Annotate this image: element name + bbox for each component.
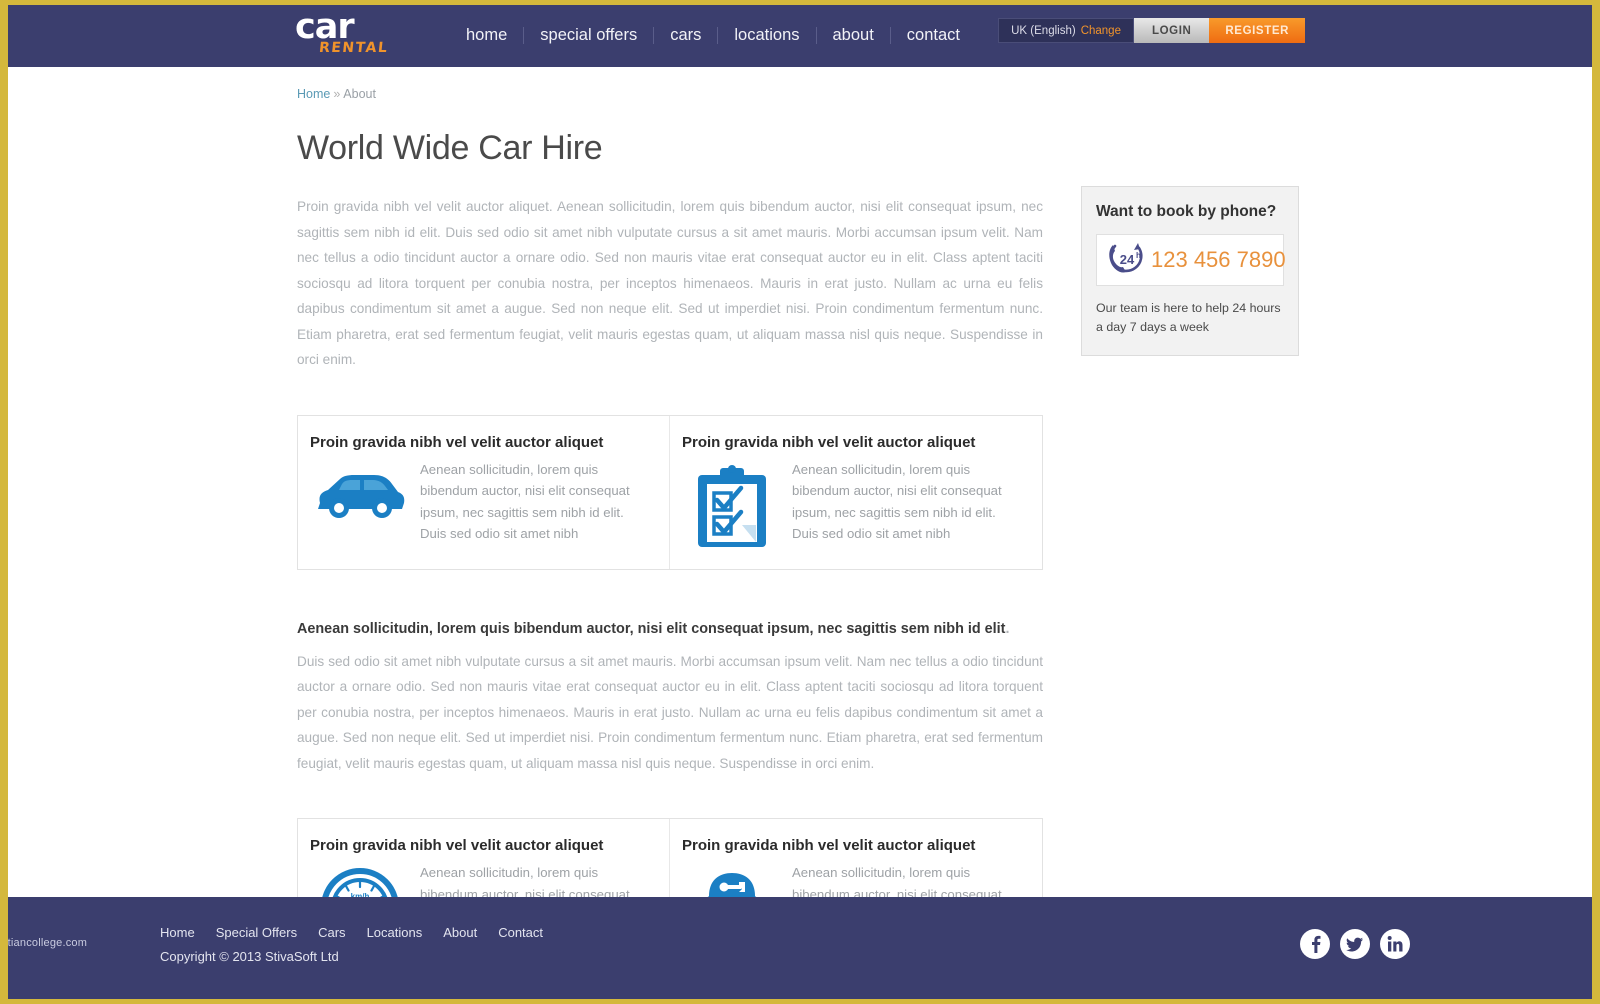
content-column: Proin gravida nibh vel velit auctor aliq…	[295, 194, 1043, 975]
page-frame: car RENTAL home special offers cars loca…	[8, 5, 1592, 999]
logo-secondary-text: RENTAL	[318, 40, 390, 56]
section-lead-text: Aenean sollicitudin, lorem quis bibendum…	[297, 620, 1006, 637]
site-logo[interactable]: car RENTAL	[295, 10, 405, 62]
feature-cell-car: Proin gravida nibh vel velit auctor aliq…	[298, 415, 670, 569]
nav-item-contact[interactable]: contact	[891, 24, 976, 46]
feature-cell-clipboard: Proin gravida nibh vel velit auctor aliq…	[670, 416, 1042, 569]
phone-number-panel: 24 h 123 456 7890	[1096, 234, 1286, 286]
breadcrumb-home-link[interactable]: Home	[297, 87, 330, 101]
breadcrumb-current: About	[343, 87, 376, 101]
footer-link-home[interactable]: Home	[160, 925, 195, 940]
svg-text:h: h	[1136, 251, 1141, 260]
feature-row: Proin gravida nibh vel velit auctor aliq…	[297, 414, 1043, 570]
breadcrumb: Home» About	[295, 87, 1305, 101]
language-change-link[interactable]: Change	[1081, 25, 1121, 37]
language-selector[interactable]: UK (English) Change	[998, 18, 1134, 43]
twitter-icon[interactable]	[1340, 929, 1370, 959]
language-value: UK (English)	[1011, 24, 1076, 37]
nav-item-cars[interactable]: cars	[654, 24, 717, 46]
nav-item-locations[interactable]: locations	[718, 24, 815, 46]
footer-link-locations[interactable]: Locations	[367, 925, 423, 940]
phone-booking-box: Want to book by phone? 24 h 123 456 7890…	[1081, 186, 1299, 356]
footer-url: www.heritagechristiancollege.com	[8, 937, 88, 949]
section-lead: Aenean sollicitudin, lorem quis bibendum…	[297, 618, 1043, 640]
page-title: World Wide Car Hire	[297, 129, 603, 167]
feature-text: Aenean sollicitudin, lorem quis bibendum…	[792, 461, 1002, 542]
register-button[interactable]: REGISTER	[1209, 18, 1305, 43]
main-navigation: home special offers cars locations about…	[450, 24, 976, 46]
feature-title: Proin gravida nibh vel velit auctor aliq…	[310, 837, 604, 854]
section-body-paragraph: Duis sed odio sit amet nibh vulputate cu…	[297, 653, 1043, 771]
main-content: Home» About World Wide Car Hire Proin gra…	[295, 67, 1305, 975]
social-links	[1300, 929, 1410, 959]
facebook-icon[interactable]	[1300, 929, 1330, 959]
feature-text: Aenean sollicitudin, lorem quis bibendum…	[420, 461, 630, 542]
footer-link-about[interactable]: About	[443, 925, 477, 940]
logo-primary-text: car	[295, 7, 355, 47]
feature-title: Proin gravida nibh vel velit auctor aliq…	[310, 433, 604, 451]
linkedin-icon[interactable]	[1380, 929, 1410, 959]
section-lead-trailing: .	[1005, 620, 1010, 637]
phone-number: 123 456 7890	[1151, 247, 1286, 272]
login-button[interactable]: LOGIN	[1133, 18, 1210, 43]
footer-navigation: Home Special Offers Cars Locations About…	[160, 925, 543, 940]
site-header: car RENTAL home special offers cars loca…	[8, 5, 1592, 67]
breadcrumb-separator: »	[333, 87, 341, 101]
phone-24h-icon: 24 h	[1105, 240, 1145, 281]
sidebar: Want to book by phone? 24 h 123 456 7890…	[1081, 186, 1303, 975]
svg-text:24: 24	[1120, 252, 1135, 267]
phone-box-note: Our team is here to help 24 hours a day …	[1096, 301, 1281, 334]
intro-paragraph: Proin gravida nibh vel velit auctor aliq…	[297, 199, 1043, 367]
nav-item-special-offers[interactable]: special offers	[524, 24, 653, 46]
car-icon	[310, 459, 410, 521]
footer-link-cars[interactable]: Cars	[318, 925, 345, 940]
nav-item-about[interactable]: about	[817, 24, 890, 46]
footer-link-special-offers[interactable]: Special Offers	[216, 925, 297, 940]
feature-title: Proin gravida nibh vel velit auctor aliq…	[682, 433, 976, 451]
footer-link-contact[interactable]: Contact	[498, 925, 543, 940]
nav-item-home[interactable]: home	[450, 24, 523, 46]
footer-copyright: Copyright © 2013 StivaSoft Ltd	[160, 949, 339, 964]
header-actions: UK (English) Change LOGIN REGISTER	[998, 18, 1305, 43]
phone-box-title: Want to book by phone?	[1096, 203, 1277, 220]
site-footer: www.heritagechristiancollege.com Home Sp…	[8, 897, 1592, 999]
feature-title: Proin gravida nibh vel velit auctor aliq…	[682, 837, 976, 854]
clipboard-checklist-icon	[682, 459, 782, 549]
